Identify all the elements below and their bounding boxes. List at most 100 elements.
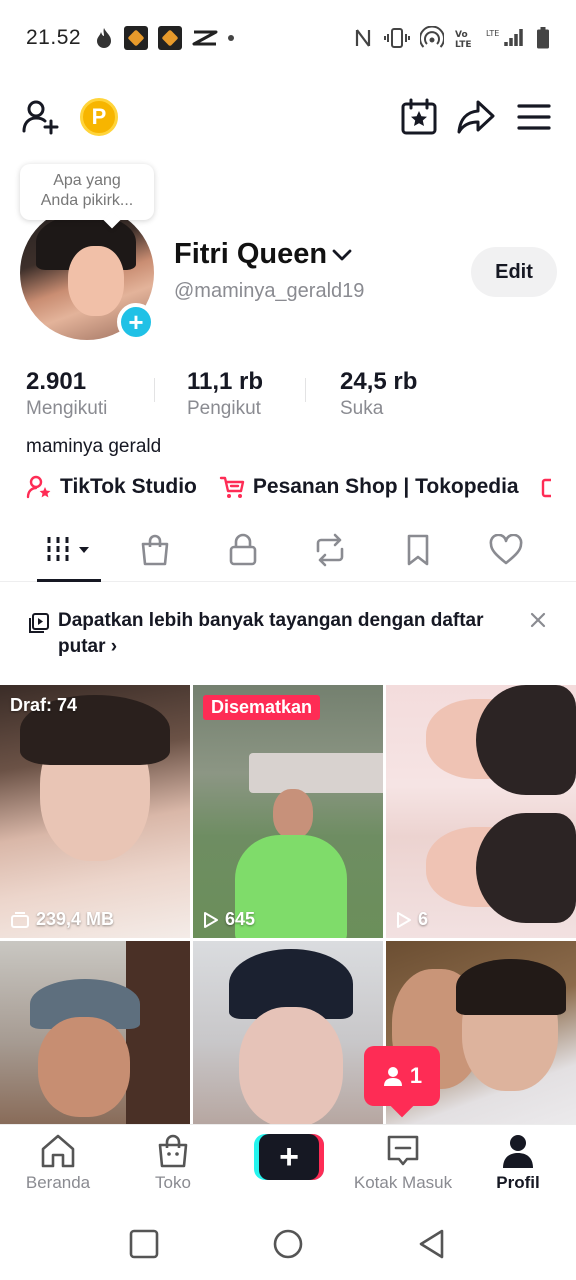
nav-inbox[interactable]: Kotak Masuk bbox=[348, 1133, 458, 1193]
create-plus-icon: + bbox=[259, 1134, 319, 1180]
system-nav-bar bbox=[0, 1208, 576, 1280]
edit-profile-button[interactable]: Edit bbox=[471, 247, 557, 297]
followers-label: Pengikut bbox=[187, 398, 261, 419]
video-thumbnail-pinned[interactable]: Disematkan 645 bbox=[193, 685, 383, 938]
video-thumbnail-drafts[interactable]: Draf: 74 239,4 MB bbox=[0, 685, 190, 938]
calendar-star-icon bbox=[401, 98, 437, 135]
bottom-nav: Beranda Toko + Kotak Masuk Profil bbox=[0, 1124, 576, 1208]
shop-orders-label: Pesanan Shop | Tokopedia bbox=[252, 475, 519, 498]
close-icon[interactable] bbox=[526, 608, 550, 632]
bio: maminya gerald bbox=[26, 436, 162, 457]
video-meta: 645 bbox=[203, 909, 255, 930]
pinned-badge: Disematkan bbox=[203, 695, 321, 720]
app-notification-icon bbox=[124, 26, 148, 50]
chevron-right-icon: › bbox=[110, 636, 118, 657]
nav-home-label: Beranda bbox=[25, 1173, 91, 1192]
share-profile-button[interactable] bbox=[453, 94, 499, 140]
capcut-icon bbox=[192, 30, 218, 46]
nfc-icon bbox=[355, 29, 371, 47]
home-circle-icon[interactable] bbox=[270, 1226, 306, 1262]
lock-icon bbox=[229, 533, 257, 566]
note-bubble[interactable]: Apa yang Anda pikirk... bbox=[20, 164, 154, 220]
view-count: 645 bbox=[225, 909, 256, 929]
view-count: 6 bbox=[418, 909, 429, 929]
nav-shop-label: Toko bbox=[155, 1173, 191, 1192]
tiktok-studio-link[interactable]: TikTok Studio bbox=[26, 474, 197, 500]
svg-text:Vo: Vo bbox=[455, 30, 468, 40]
recent-apps-icon[interactable] bbox=[126, 1226, 162, 1262]
add-user-button[interactable] bbox=[18, 94, 64, 140]
share-icon bbox=[457, 100, 495, 134]
create-button[interactable]: + bbox=[254, 1134, 324, 1180]
tab-videos[interactable] bbox=[36, 520, 102, 580]
followers-stat[interactable]: 11,1 rb Pengikut bbox=[155, 368, 305, 420]
play-icon bbox=[397, 911, 411, 928]
calendar-button[interactable] bbox=[396, 94, 442, 140]
shopping-bag-icon bbox=[141, 534, 169, 566]
inbox-icon bbox=[387, 1135, 419, 1166]
svg-text:LTE: LTE bbox=[455, 40, 472, 50]
nav-profile-label: Profil bbox=[496, 1173, 540, 1192]
tab-saved[interactable] bbox=[385, 520, 451, 580]
person-star-icon bbox=[26, 475, 51, 499]
play-icon bbox=[204, 911, 218, 928]
tab-liked[interactable] bbox=[473, 520, 539, 580]
status-right-icons: Vo LTE LTE bbox=[352, 26, 550, 50]
coins-button[interactable]: P bbox=[76, 94, 122, 140]
nav-profile[interactable]: Profil bbox=[463, 1133, 573, 1193]
battery-icon bbox=[537, 27, 549, 49]
following-stat[interactable]: 2.901 Mengikuti bbox=[26, 368, 154, 420]
likes-stat[interactable]: 24,5 rb Suka bbox=[306, 368, 446, 420]
video-thumbnail[interactable] bbox=[193, 941, 383, 1125]
menu-icon bbox=[517, 104, 551, 130]
following-count: 2.901 bbox=[26, 368, 87, 395]
vibrate-icon bbox=[384, 28, 410, 48]
coin-icon: P bbox=[80, 98, 118, 136]
playlist-banner-text: Dapatkan lebih banyak tayangan dengan da… bbox=[58, 610, 484, 657]
nav-home[interactable]: Beranda bbox=[3, 1133, 113, 1193]
menu-button[interactable] bbox=[511, 94, 557, 140]
following-label: Mengikuti bbox=[26, 398, 108, 419]
add-story-button[interactable]: + bbox=[117, 303, 155, 341]
grid-bars-icon bbox=[47, 537, 89, 563]
app-notification-icon bbox=[158, 26, 182, 50]
video-meta: 6 bbox=[396, 909, 428, 930]
likes-label: Suka bbox=[340, 398, 384, 419]
followers-count: 11,1 rb bbox=[187, 368, 264, 395]
status-time: 21.52 bbox=[26, 26, 82, 49]
new-follower-count: 1 bbox=[409, 1063, 423, 1088]
drafts-count-label: Draf: 74 bbox=[10, 695, 78, 715]
shop-orders-link[interactable]: Pesanan Shop | Tokopedia bbox=[219, 474, 519, 500]
heart-icon bbox=[489, 534, 523, 565]
chevron-down-icon bbox=[332, 249, 352, 260]
profile-links: TikTok Studio Pesanan Shop | Tokopedia bbox=[26, 474, 551, 500]
hotspot-icon bbox=[420, 26, 444, 48]
display-name-switcher[interactable]: Fitri Queen bbox=[174, 238, 353, 271]
nav-inbox-label: Kotak Masuk bbox=[353, 1173, 453, 1192]
nav-shop[interactable]: Toko bbox=[118, 1133, 228, 1193]
volte-icon: VoLTE bbox=[455, 30, 472, 50]
video-grid: Draf: 74 239,4 MB Disematkan 645 6 bbox=[0, 685, 576, 1125]
tiktok-studio-label: TikTok Studio bbox=[60, 475, 197, 498]
tab-reposts[interactable] bbox=[297, 520, 363, 580]
drafts-size: 239,4 MB bbox=[36, 909, 115, 929]
person-icon bbox=[383, 1067, 402, 1086]
add-user-icon bbox=[22, 100, 59, 135]
profile-top-bar: P bbox=[0, 94, 576, 144]
profile-stats: 2.901 Mengikuti 11,1 rb Pengikut 24,5 rb… bbox=[26, 368, 446, 420]
playlist-banner[interactable]: Dapatkan lebih banyak tayangan dengan da… bbox=[0, 584, 576, 684]
profile-icon bbox=[503, 1135, 533, 1168]
video-thumbnail[interactable]: 6 bbox=[386, 685, 576, 938]
tab-private[interactable] bbox=[210, 520, 276, 580]
link-overflow-icon bbox=[541, 478, 551, 498]
tab-shop[interactable] bbox=[122, 520, 188, 580]
likes-count: 24,5 rb bbox=[340, 368, 418, 395]
active-tab-indicator bbox=[37, 579, 101, 582]
back-icon[interactable] bbox=[414, 1226, 450, 1262]
dot-icon bbox=[228, 35, 234, 41]
video-thumbnail[interactable] bbox=[0, 941, 190, 1125]
new-follower-popup[interactable]: 1 bbox=[364, 1046, 440, 1106]
home-icon bbox=[41, 1134, 75, 1168]
signal-icon: LTE bbox=[486, 29, 523, 46]
username: @maminya_gerald19 bbox=[174, 280, 365, 302]
